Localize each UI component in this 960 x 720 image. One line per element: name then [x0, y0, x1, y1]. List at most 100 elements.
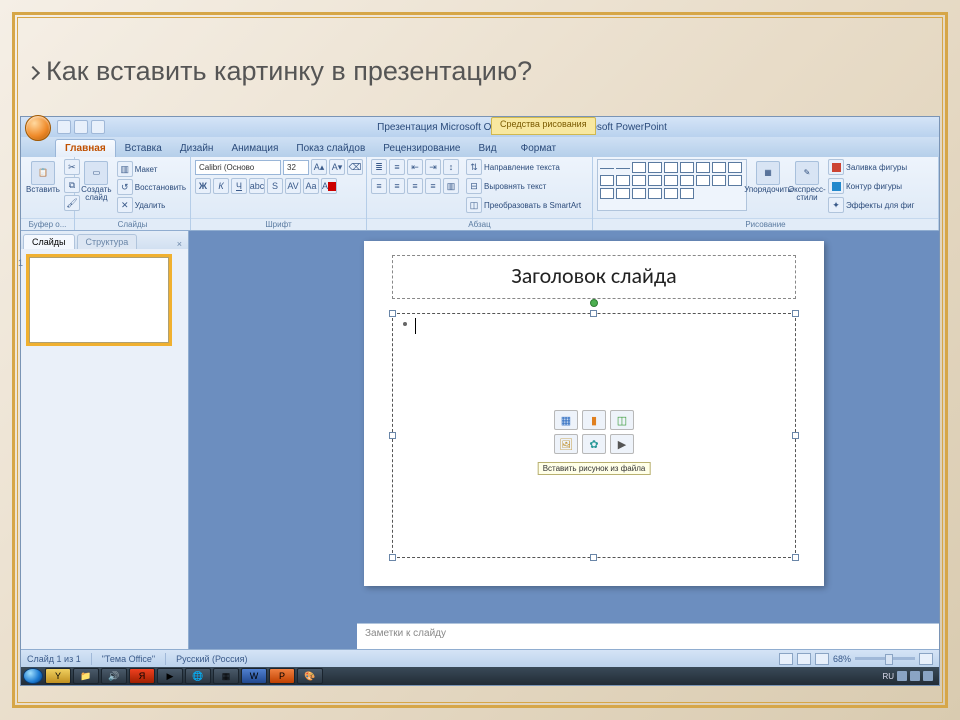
- contextual-tab-drawing-tools[interactable]: Средства рисования: [491, 117, 596, 135]
- resize-handle[interactable]: [389, 432, 396, 439]
- status-language[interactable]: Русский (Россия): [176, 654, 247, 664]
- qat-undo-icon[interactable]: [74, 120, 88, 134]
- title-placeholder[interactable]: Заголовок слайда: [392, 255, 796, 299]
- content-placeholder[interactable]: ▦ ▮ ◫ 🖼 ✿ ▶ Вставить рисунок из файла: [392, 313, 796, 558]
- font-color-button[interactable]: A: [321, 178, 337, 194]
- slide-canvas[interactable]: Заголовок слайда ▦ ▮ ◫: [364, 241, 824, 586]
- resize-handle[interactable]: [792, 310, 799, 317]
- paste-button[interactable]: 📋 Вставить: [25, 159, 61, 196]
- arrange-button[interactable]: ▦ Упорядочить: [750, 159, 786, 196]
- insert-clipart-icon[interactable]: ✿: [582, 434, 606, 454]
- resize-handle[interactable]: [389, 554, 396, 561]
- view-normal-button[interactable]: [779, 653, 793, 665]
- taskbar-powerpoint-icon[interactable]: P: [269, 668, 295, 684]
- shape-fill-button[interactable]: Заливка фигуры: [846, 163, 907, 172]
- zoom-value[interactable]: 68%: [833, 654, 851, 664]
- insert-picture-icon[interactable]: 🖼: [554, 434, 578, 454]
- taskbar-word-icon[interactable]: W: [241, 668, 267, 684]
- language-indicator[interactable]: RU: [882, 672, 894, 681]
- change-case-button[interactable]: Aa: [303, 178, 319, 194]
- increase-indent-button[interactable]: ⇥: [425, 159, 441, 175]
- tab-animation[interactable]: Анимация: [222, 140, 287, 157]
- resize-handle[interactable]: [389, 310, 396, 317]
- tab-view[interactable]: Вид: [470, 140, 506, 157]
- shape-outline-button[interactable]: Контур фигуры: [846, 182, 902, 191]
- taskbar-yandex-icon[interactable]: Y: [45, 668, 71, 684]
- slide-thumbnail-1[interactable]: 1: [29, 257, 169, 343]
- view-slideshow-button[interactable]: [815, 653, 829, 665]
- numbering-button[interactable]: ≡: [389, 159, 405, 175]
- align-left-button[interactable]: ≡: [371, 178, 387, 194]
- new-slide-button[interactable]: ▭ Создать слайд: [79, 159, 114, 204]
- rotation-handle-icon[interactable]: [590, 299, 598, 307]
- grow-font-button[interactable]: A▴: [311, 159, 327, 175]
- qat-redo-icon[interactable]: [91, 120, 105, 134]
- resize-handle[interactable]: [792, 554, 799, 561]
- taskbar-yandex2-icon[interactable]: Я: [129, 668, 155, 684]
- taskbar-paint-icon[interactable]: 🎨: [297, 668, 323, 684]
- tray-network-icon[interactable]: [910, 671, 920, 681]
- office-button[interactable]: [25, 115, 51, 141]
- columns-button[interactable]: ▥: [443, 178, 459, 194]
- clear-format-button[interactable]: ⌫: [347, 159, 363, 175]
- taskbar-media-icon[interactable]: 🔊: [101, 668, 127, 684]
- insert-media-icon[interactable]: ▶: [610, 434, 634, 454]
- decrease-indent-button[interactable]: ⇤: [407, 159, 423, 175]
- tray-flag-icon[interactable]: [897, 671, 907, 681]
- insert-chart-icon[interactable]: ▮: [582, 410, 606, 430]
- shadow-button[interactable]: S: [267, 178, 283, 194]
- tab-format[interactable]: Формат: [512, 140, 566, 157]
- line-spacing-button[interactable]: ↕: [443, 159, 459, 175]
- convert-smartart-button[interactable]: Преобразовать в SmartArt: [484, 201, 581, 210]
- font-name-combo[interactable]: Calibri (Осново: [195, 160, 281, 175]
- italic-button[interactable]: К: [213, 178, 229, 194]
- layout-button[interactable]: Макет: [135, 165, 158, 174]
- resize-handle[interactable]: [590, 554, 597, 561]
- pane-close-icon[interactable]: ×: [171, 239, 188, 249]
- text-direction-button[interactable]: Направление текста: [484, 163, 560, 172]
- status-slide-count: Слайд 1 из 1: [27, 654, 81, 664]
- justify-button[interactable]: ≡: [425, 178, 441, 194]
- tab-home[interactable]: Главная: [55, 139, 116, 157]
- pane-tab-outline[interactable]: Структура: [77, 234, 138, 249]
- insert-smartart-icon[interactable]: ◫: [610, 410, 634, 430]
- zoom-slider[interactable]: [855, 657, 915, 660]
- tab-slideshow[interactable]: Показ слайдов: [287, 140, 374, 157]
- tray-volume-icon[interactable]: [923, 671, 933, 681]
- underline-button[interactable]: Ч: [231, 178, 247, 194]
- align-right-button[interactable]: ≡: [407, 178, 423, 194]
- taskbar-app-icon[interactable]: ▦: [213, 668, 239, 684]
- taskbar-wmp-icon[interactable]: ▶: [157, 668, 183, 684]
- new-slide-label: Создать слайд: [80, 186, 113, 202]
- taskbar-ie-icon[interactable]: 🌐: [185, 668, 211, 684]
- pane-tab-slides[interactable]: Слайды: [23, 234, 75, 249]
- align-center-button[interactable]: ≡: [389, 178, 405, 194]
- shrink-font-button[interactable]: A▾: [329, 159, 345, 175]
- shape-effects-button[interactable]: Эффекты для фиг: [846, 201, 914, 210]
- notes-pane[interactable]: Заметки к слайду: [357, 623, 939, 649]
- resize-handle[interactable]: [792, 432, 799, 439]
- bullets-button[interactable]: ≣: [371, 159, 387, 175]
- start-button[interactable]: [23, 668, 43, 684]
- char-spacing-button[interactable]: AV: [285, 178, 301, 194]
- view-sorter-button[interactable]: [797, 653, 811, 665]
- align-text-button[interactable]: Выровнять текст: [484, 182, 546, 191]
- slide-question-title: Как вставить картинку в презентацию?: [46, 56, 532, 87]
- tab-review[interactable]: Рецензирование: [374, 140, 469, 157]
- resize-handle[interactable]: [590, 310, 597, 317]
- group-paragraph: ≣ ≡ ⇤ ⇥ ↕ ≡ ≡ ≡ ≡ ▥ ⇅Направлени: [367, 157, 593, 230]
- strike-button[interactable]: abc: [249, 178, 265, 194]
- qat-save-icon[interactable]: [57, 120, 71, 134]
- taskbar-explorer-icon[interactable]: 📁: [73, 668, 99, 684]
- tab-insert[interactable]: Вставка: [116, 140, 171, 157]
- insert-table-icon[interactable]: ▦: [554, 410, 578, 430]
- bold-button[interactable]: Ж: [195, 178, 211, 194]
- fit-to-window-button[interactable]: [919, 653, 933, 665]
- quick-styles-button[interactable]: ✎ Экспресс-стили: [789, 159, 825, 204]
- font-size-combo[interactable]: 32: [283, 160, 309, 175]
- tab-design[interactable]: Дизайн: [171, 140, 223, 157]
- slide-editor-area[interactable]: Заголовок слайда ▦ ▮ ◫: [189, 231, 939, 649]
- shapes-gallery[interactable]: [597, 159, 747, 211]
- delete-button[interactable]: Удалить: [135, 201, 166, 210]
- reset-button[interactable]: Восстановить: [135, 183, 186, 192]
